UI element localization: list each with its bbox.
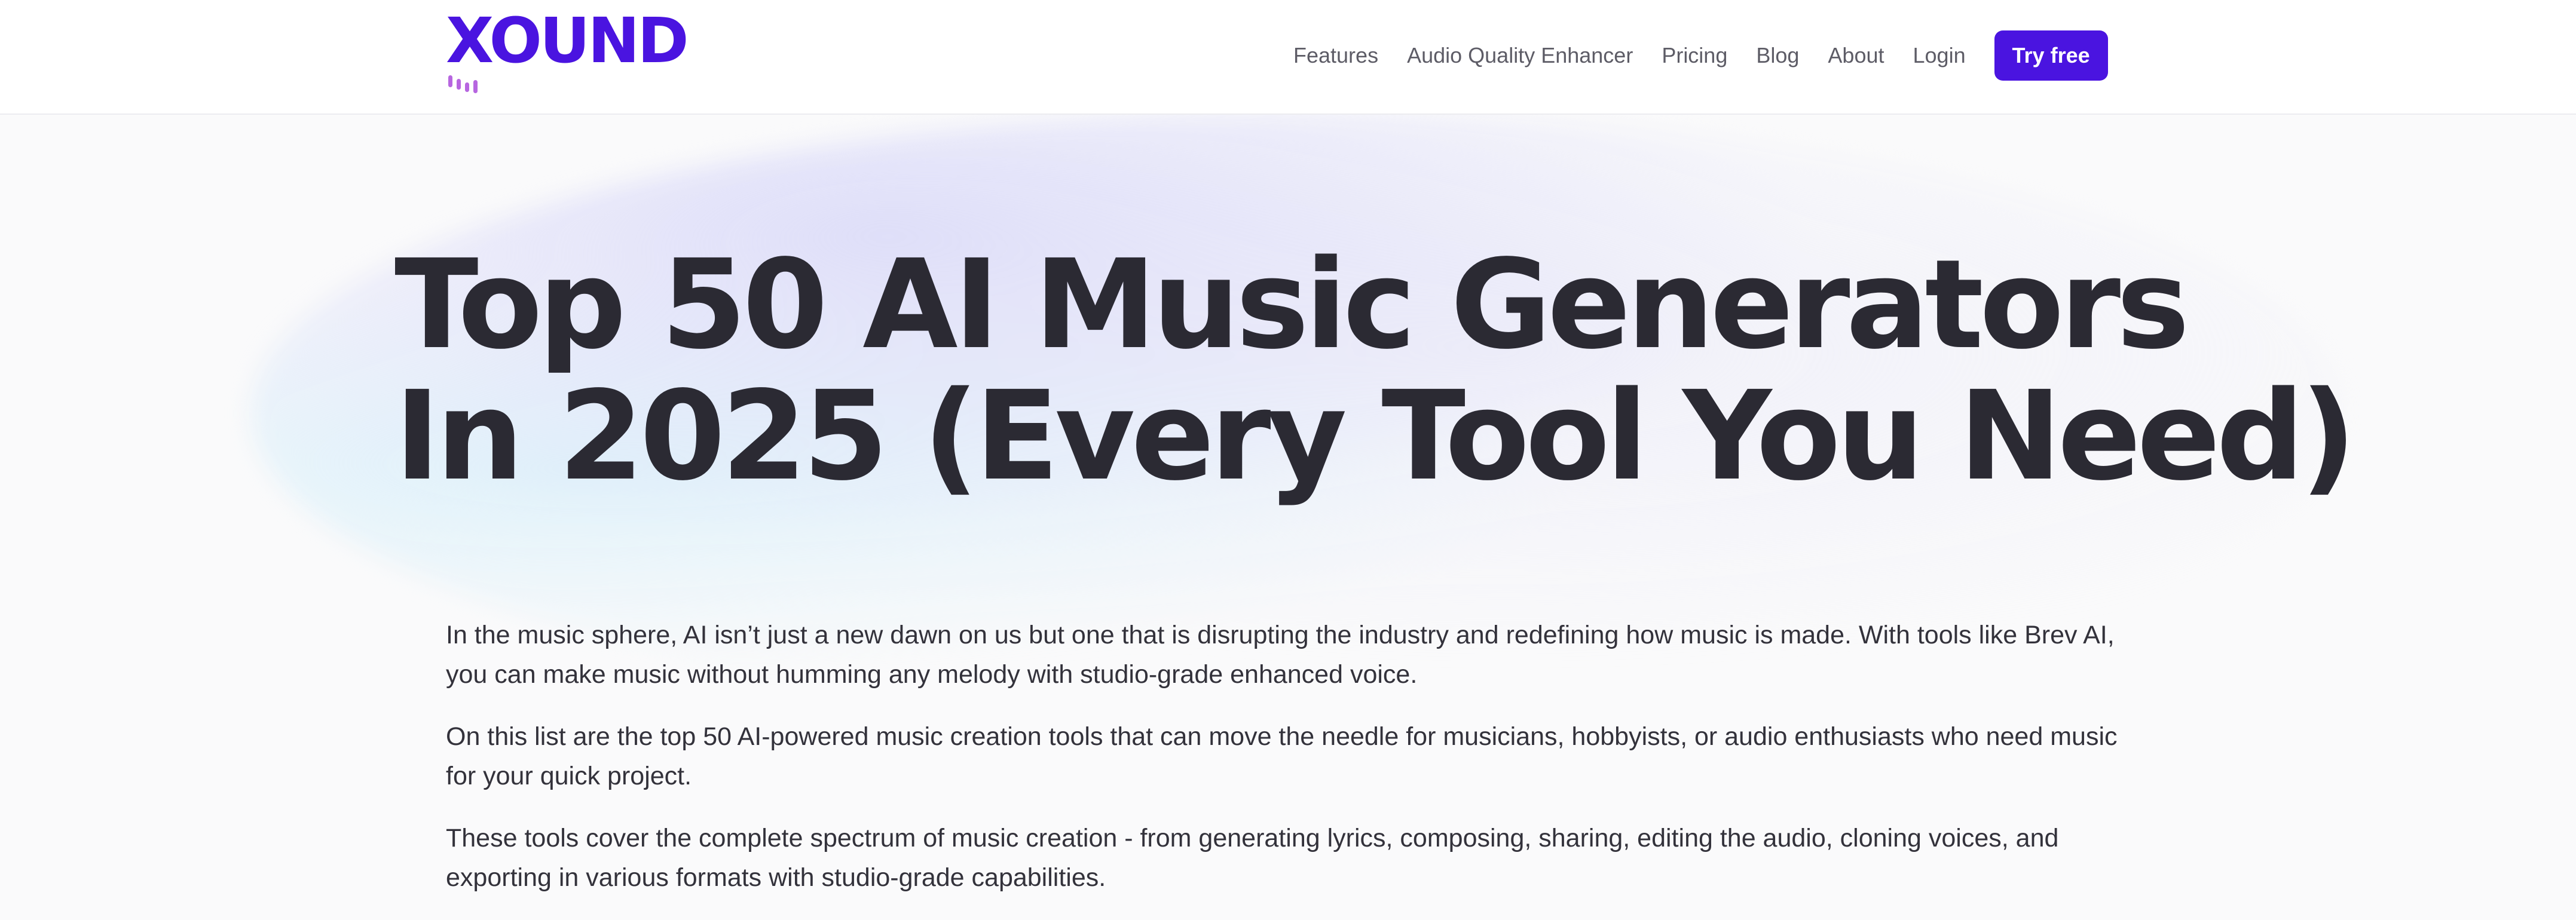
page-title: Top 50 AI Music Generators In 2025 (Ever… (394, 233, 2357, 508)
try-free-button[interactable]: Try free (1994, 30, 2108, 81)
nav-blog[interactable]: Blog (1756, 43, 1799, 68)
intro-paragraph-3: These tools cover the complete spectrum … (446, 824, 2059, 892)
main-nav: Features Audio Quality Enhancer Pricing … (1293, 30, 2108, 81)
logo[interactable]: XOUND (446, 10, 689, 96)
intro-paragraph-1: In the music sphere, AI isn’t just a new… (446, 621, 2115, 689)
page-title-line-2: In 2025 (Every Tool You Need) (394, 364, 2357, 508)
nav-login[interactable]: Login (1913, 43, 1966, 68)
intro-paragraph-2: On this list are the top 50 AI-powered m… (446, 722, 2118, 790)
nav-audio-quality-enhancer[interactable]: Audio Quality Enhancer (1407, 43, 1633, 68)
nav-features[interactable]: Features (1293, 43, 1378, 68)
sound-bars-icon (448, 75, 478, 93)
site-header: XOUND Features Audio Quality Enhancer Pr… (0, 0, 2576, 115)
nav-about[interactable]: About (1828, 43, 1884, 68)
page-title-line-1: Top 50 AI Music Generators (394, 233, 2190, 376)
nav-pricing[interactable]: Pricing (1662, 43, 1727, 68)
logo-wordmark: XOUND (446, 4, 689, 77)
article-body: In the music sphere, AI isn’t just a new… (446, 615, 2125, 920)
